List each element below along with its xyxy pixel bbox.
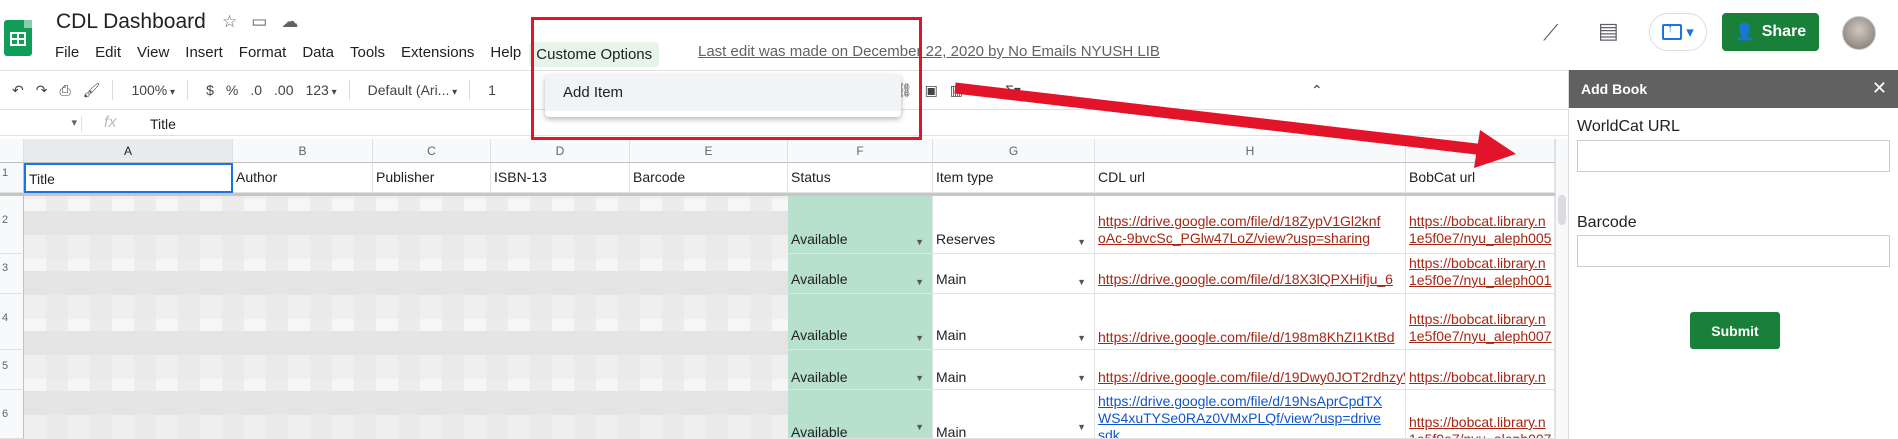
sidebar-header: Add Book ✕ — [1569, 70, 1898, 108]
close-icon[interactable]: ✕ — [1872, 78, 1887, 99]
barcode-label: Barcode — [1577, 214, 1637, 231]
sidebar-title: Add Book — [1581, 81, 1648, 97]
add-book-sidebar: Add Book ✕ WorldCat URL Barcode Submit — [1568, 70, 1898, 439]
worldcat-url-input[interactable] — [1577, 140, 1890, 172]
submit-button[interactable]: Submit — [1690, 312, 1780, 349]
barcode-input[interactable] — [1577, 235, 1890, 267]
worldcat-url-label: WorldCat URL — [1577, 118, 1680, 135]
